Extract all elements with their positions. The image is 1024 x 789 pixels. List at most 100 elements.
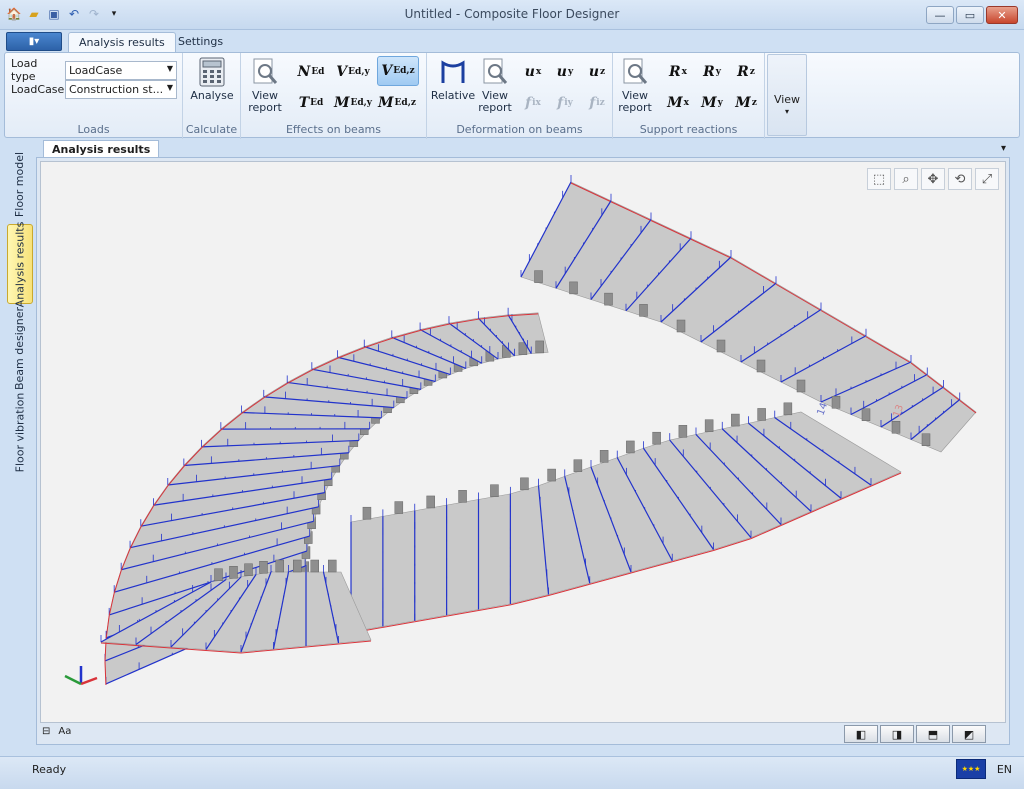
relative-button[interactable]: Relative [431, 57, 475, 102]
loadcase-value: Construction st... [69, 83, 164, 96]
column-shear-block [569, 281, 578, 295]
uz-button[interactable]: uz [581, 58, 613, 86]
column-shear-block [520, 477, 529, 491]
symbol-sub: Ed [310, 98, 324, 108]
column-shear-block [604, 292, 613, 306]
ruler-icon[interactable]: ⊟ [42, 726, 50, 737]
column-shear-block [310, 559, 319, 573]
loadcase-select[interactable]: Construction st... ▼ [65, 80, 177, 99]
tab-analysis-results[interactable]: Analysis results [68, 32, 176, 52]
mz-button[interactable]: Mz [729, 89, 763, 117]
symbol-sub: x [535, 67, 542, 77]
title-bar: 🏠 ▰ ▣ ↶ ↷ ▾ Untitled - Composite Floor D… [0, 0, 1024, 30]
deformation-view-report-button[interactable]: View report [477, 57, 513, 114]
symbol-sub: iy [564, 98, 573, 108]
column-shear-block [328, 559, 337, 573]
pan-icon[interactable]: ✥ [921, 168, 945, 190]
effects-view-report-button[interactable]: View report [247, 57, 283, 114]
fiz-button[interactable]: f iz [581, 89, 613, 117]
symbol-main: u [524, 64, 535, 80]
top-view-cube-icon[interactable]: ⬒ [916, 725, 950, 743]
my-button[interactable]: My [695, 89, 729, 117]
column-shear-block [652, 431, 661, 445]
symbol-main: f [525, 95, 532, 111]
symbol-sub: iz [596, 98, 605, 108]
symbol-main: N [297, 64, 311, 80]
symbol-sub: y [567, 67, 574, 77]
report-magnifier-icon [480, 57, 510, 87]
rz-button[interactable]: Rz [729, 58, 763, 86]
symbol-sub: z [749, 67, 755, 77]
support-view-report-button[interactable]: View report [617, 57, 653, 114]
report-magnifier-icon [620, 57, 650, 87]
t-ed-button[interactable]: T Ed [291, 89, 331, 117]
side-tab-label: Floor vibration [13, 392, 27, 472]
app-menu-button[interactable]: ▮▾ [6, 32, 62, 51]
language-indicator[interactable]: EN [997, 763, 1012, 776]
document-tab[interactable]: Analysis results [43, 140, 160, 158]
panel-menu-icon[interactable]: ▾ [1001, 143, 1006, 154]
column-shear-block [831, 396, 841, 409]
column-shear-block [426, 495, 435, 509]
side-tab-floor-model[interactable]: Floor model [7, 146, 33, 222]
side-tab-analysis-results[interactable]: Analysis results [7, 221, 33, 307]
zoom-window-icon[interactable]: ⬚ [867, 168, 891, 190]
side-tab-label: Beam designer [13, 306, 27, 390]
rx-button[interactable]: Rx [661, 58, 695, 86]
status-bar: Ready ★★★ EN [0, 756, 1024, 789]
orbit-icon[interactable]: ⟲ [948, 168, 972, 190]
column-shear-block [756, 359, 766, 373]
viewport-toolbar: ⬚ ⌕ ✥ ⟲ ⤢ [867, 168, 999, 190]
axis-y-icon [64, 674, 82, 686]
ribbon-tabs: ▮▾ Analysis results Settings [0, 30, 1024, 52]
symbol-sub: x [681, 67, 687, 77]
ribbon: Load type LoadCase ▼ LoadCase Constructio… [4, 52, 1020, 139]
group-label-deformation: Deformation on beams [456, 123, 583, 136]
symbol-main: M [701, 95, 717, 111]
loadcase-label: LoadCase [11, 83, 65, 96]
chevron-down-icon: ▼ [166, 63, 173, 73]
v-ed-y-button[interactable]: V Ed,y [333, 58, 373, 86]
maximize-button[interactable]: ▭ [956, 6, 984, 24]
v-ed-z-button[interactable]: V Ed,z [377, 56, 419, 86]
iso-view-cube-icon[interactable]: ◩ [952, 725, 986, 743]
column-shear-block [535, 340, 544, 354]
n-ed-button[interactable]: N Ed [291, 58, 331, 86]
close-button[interactable]: ✕ [986, 6, 1018, 24]
view-button[interactable]: View ▾ [767, 54, 807, 136]
column-shear-block [626, 440, 635, 454]
column-shear-block [861, 408, 871, 421]
column-shear-block [229, 566, 238, 579]
m-ed-y-button[interactable]: M Ed,y [333, 89, 373, 117]
side-tab-beam-designer[interactable]: Beam designer [7, 306, 33, 390]
side-view-cube-icon[interactable]: ◨ [880, 725, 914, 743]
uy-button[interactable]: uy [549, 58, 581, 86]
relative-label: Relative [430, 89, 476, 102]
fiy-button[interactable]: f iy [549, 89, 581, 117]
eu-flag-icon: ★★★ [956, 759, 986, 779]
minimize-button[interactable]: — [926, 6, 954, 24]
column-shear-block [639, 304, 648, 317]
side-tab-label: Floor model [13, 151, 27, 217]
side-tabs: Floor model Analysis results Beam design… [4, 140, 34, 752]
frame-icon [438, 57, 468, 87]
side-tab-floor-vibration[interactable]: Floor vibration [7, 392, 33, 472]
front-view-cube-icon[interactable]: ◧ [844, 725, 878, 743]
axis-x-icon [80, 676, 98, 686]
font-toggle[interactable]: Aa [58, 726, 71, 737]
analyse-button[interactable]: Analyse [190, 57, 234, 102]
tab-settings[interactable]: Settings [168, 32, 233, 52]
mx-button[interactable]: Mx [661, 89, 695, 117]
3d-viewport[interactable]: 14 13 ⬚ ⌕ ✥ ⟲ ⤢ [40, 161, 1006, 723]
fit-all-icon[interactable]: ⤢ [975, 168, 999, 190]
zoom-icon[interactable]: ⌕ [894, 168, 918, 190]
symbol-main: V [381, 63, 393, 79]
column-shear-block [599, 450, 609, 463]
ry-button[interactable]: Ry [695, 58, 729, 86]
m-ed-z-button[interactable]: M Ed,z [377, 89, 417, 117]
floor-model-3d-view[interactable]: 14 13 [41, 162, 1006, 723]
ux-button[interactable]: ux [517, 58, 549, 86]
fix-button[interactable]: f ix [517, 89, 549, 117]
column-shear-block [891, 421, 901, 434]
load-type-select[interactable]: LoadCase ▼ [65, 60, 177, 80]
